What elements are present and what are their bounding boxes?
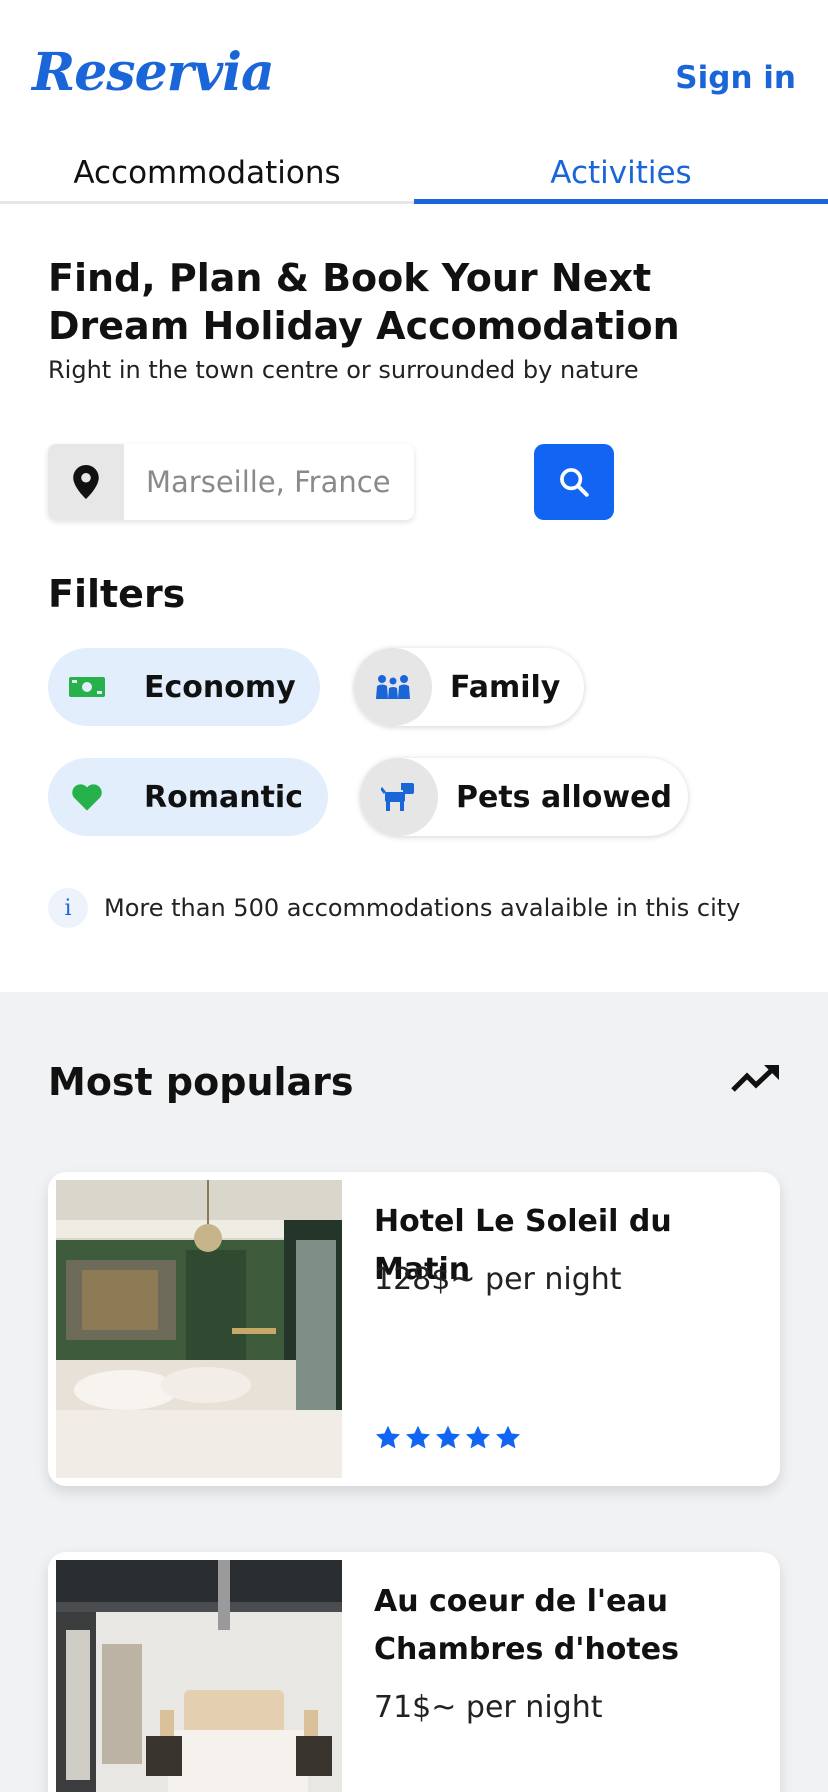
hotel-photo	[56, 1560, 342, 1792]
search-input[interactable]	[146, 444, 406, 520]
search-icon	[560, 468, 589, 497]
hotel-photo	[56, 1180, 342, 1478]
filter-pets-allowed[interactable]: Pets allowed	[360, 758, 688, 836]
hotel-name: Au coeur de l'eau Chambres d'hotes	[374, 1584, 679, 1667]
dog-icon	[360, 758, 438, 836]
star-icon	[405, 1425, 431, 1449]
star-icon	[375, 1425, 401, 1449]
filter-label: Family	[450, 669, 561, 705]
hotel-card[interactable]: Hotel Le Soleil du Matin 128$~ per night	[48, 1172, 780, 1486]
filter-economy[interactable]: Economy	[48, 648, 320, 726]
trending-up-icon	[731, 1065, 779, 1092]
search-box	[48, 444, 414, 520]
page-subtitle: Right in the town centre or surrounded b…	[48, 356, 639, 384]
filter-label: Pets allowed	[456, 779, 672, 815]
app-logo[interactable]: Reservia	[32, 42, 275, 103]
hotel-card[interactable]: Au coeur de l'eau Chambres d'hotes 71$~ …	[48, 1552, 780, 1792]
filter-family[interactable]: Family	[354, 648, 584, 726]
page-title: Find, Plan & Book Your Next Dream Holida…	[48, 256, 680, 348]
tab-accommodations[interactable]: Accommodations	[0, 148, 414, 204]
star-icon	[435, 1425, 461, 1449]
active-tab-indicator	[414, 199, 828, 204]
star-icon	[465, 1425, 491, 1449]
tab-bar: Accommodations Activities	[0, 148, 828, 204]
star-icon	[495, 1425, 521, 1449]
tab-activities[interactable]: Activities	[414, 148, 828, 204]
family-icon	[354, 648, 432, 726]
filters-heading: Filters	[48, 572, 186, 616]
hotel-price: 71$~ per night	[374, 1690, 603, 1725]
search-button[interactable]	[534, 444, 614, 520]
map-pin-icon	[48, 444, 124, 520]
info-icon: i	[48, 888, 88, 928]
filter-label: Economy	[144, 669, 296, 705]
section-title: Most populars	[48, 1060, 354, 1104]
filter-romantic[interactable]: Romantic	[48, 758, 328, 836]
sign-in-link[interactable]: Sign in	[675, 60, 796, 96]
header: Reservia Sign in	[0, 0, 828, 130]
filter-label: Romantic	[144, 779, 303, 815]
hotel-price: 128$~ per night	[374, 1262, 622, 1297]
rating-stars	[374, 1424, 522, 1452]
money-icon	[48, 648, 126, 726]
availability-info: i More than 500 accommodations avalaible…	[48, 888, 740, 928]
heart-icon	[48, 758, 126, 836]
info-text: More than 500 accommodations avalaible i…	[104, 894, 741, 922]
